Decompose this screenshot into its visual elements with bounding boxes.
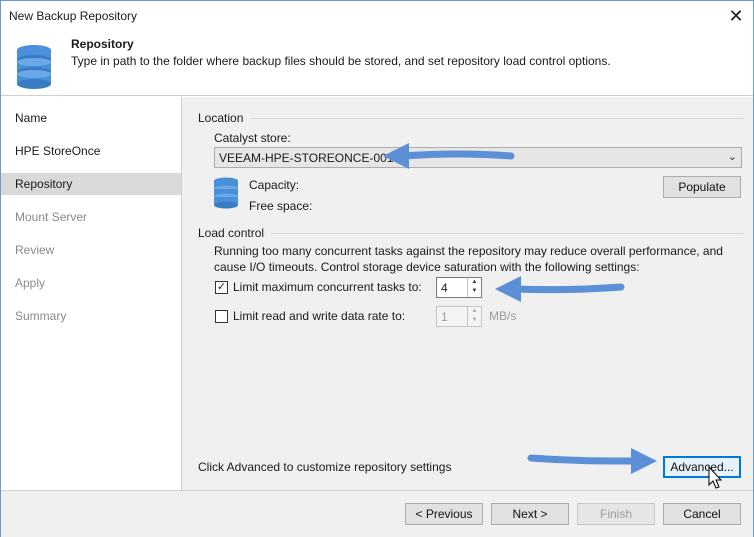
limit-tasks-label: Limit maximum concurrent tasks to:	[233, 280, 422, 294]
stepper-down-icon[interactable]: ▼	[468, 316, 481, 325]
limit-rate-value: 1	[441, 310, 448, 324]
sidebar-item-hpe-storeonce[interactable]: HPE StoreOnce	[1, 140, 181, 162]
wizard-steps: Name HPE StoreOnce Repository Mount Serv…	[1, 97, 181, 490]
catalyst-store-label: Catalyst store:	[214, 131, 291, 145]
load-control-description-2: cause I/O timeouts. Control storage devi…	[214, 260, 640, 274]
finish-button: Finish	[577, 503, 655, 525]
populate-button[interactable]: Populate	[663, 176, 741, 198]
sidebar-item-review: Review	[15, 243, 55, 257]
capacity-label: Capacity:	[249, 178, 300, 192]
limit-rate-label: Limit read and write data rate to:	[233, 309, 406, 323]
window-title: New Backup Repository	[9, 9, 138, 23]
catalyst-store-value: VEEAM-HPE-STOREONCE-001	[219, 151, 394, 165]
location-divider	[251, 118, 743, 119]
page-title: Repository	[71, 37, 134, 51]
stepper-down-icon[interactable]: ▼	[468, 287, 481, 296]
next-button[interactable]: Next >	[491, 503, 569, 525]
location-section-label: Location	[198, 111, 244, 125]
limit-rate-checkbox[interactable]	[215, 310, 228, 323]
header-banner: Repository Type in path to the folder wh…	[1, 32, 753, 96]
sidebar-item-mount-server: Mount Server	[15, 210, 88, 224]
advanced-hint: Click Advanced to customize repository s…	[198, 460, 452, 474]
previous-button[interactable]: < Previous	[405, 503, 483, 525]
stepper-buttons[interactable]: ▲ ▼	[467, 278, 481, 297]
chevron-down-icon: ⌄	[727, 151, 737, 163]
dialog-window: New Backup Repository ✕ Repository Type …	[0, 0, 754, 537]
storage-icon	[214, 177, 238, 209]
limit-tasks-stepper[interactable]: 4 ▲ ▼	[436, 277, 482, 298]
limit-rate-stepper[interactable]: 1 ▲ ▼	[436, 306, 482, 327]
sidebar-item-apply: Apply	[15, 276, 46, 290]
sidebar-item-repository[interactable]: Repository	[1, 173, 181, 195]
cancel-button[interactable]: Cancel	[663, 503, 741, 525]
stepper-up-icon[interactable]: ▲	[468, 278, 481, 287]
limit-tasks-value: 4	[441, 281, 448, 295]
sidebar-item-summary: Summary	[15, 309, 67, 323]
stepper-buttons[interactable]: ▲ ▼	[467, 307, 481, 326]
load-control-description-1: Running too many concurrent tasks agains…	[214, 244, 723, 258]
stepper-up-icon[interactable]: ▲	[468, 307, 481, 316]
free-space-label: Free space:	[249, 199, 313, 213]
load-control-divider	[271, 233, 743, 234]
page-subtitle: Type in path to the folder where backup …	[71, 54, 611, 68]
database-icon	[17, 45, 51, 89]
limit-tasks-checkbox[interactable]: ✓	[215, 281, 228, 294]
title-bar: New Backup Repository ✕	[1, 1, 753, 32]
close-icon[interactable]: ✕	[719, 1, 753, 32]
advanced-button[interactable]: Advanced...	[663, 456, 741, 478]
catalyst-store-select[interactable]: VEEAM-HPE-STOREONCE-001 ⌄	[214, 147, 742, 168]
limit-rate-unit: MB/s	[489, 309, 517, 323]
sidebar-item-name[interactable]: Name	[1, 107, 181, 129]
load-control-section-label: Load control	[198, 226, 265, 240]
